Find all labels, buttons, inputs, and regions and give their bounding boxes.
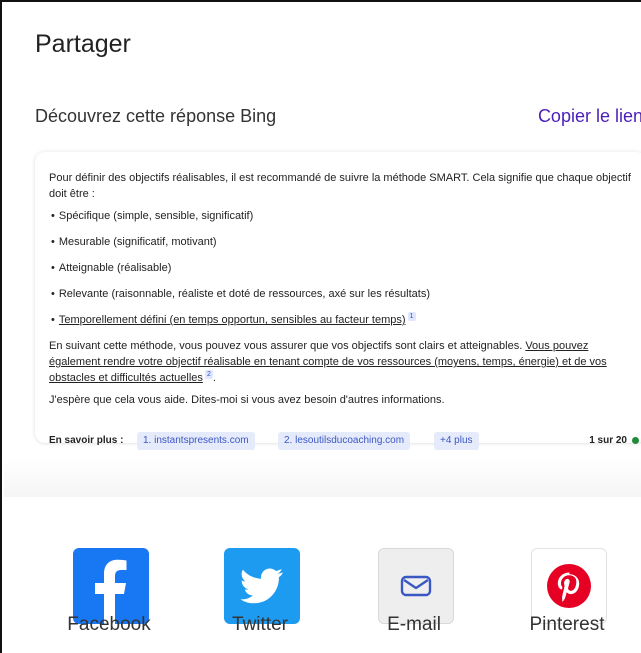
list-item: • Temporellement défini (en temps opportu…	[51, 312, 639, 328]
sources-row: En savoir plus : 1. instantspresents.com…	[49, 432, 639, 452]
dialog-title: Partager	[35, 30, 131, 58]
pinterest-icon	[531, 548, 607, 624]
cited-text[interactable]: Temporellement défini (en temps opportun…	[59, 314, 406, 326]
citation-marker[interactable]: 2	[204, 370, 213, 380]
source-link[interactable]: 1. instantspresents.com	[137, 432, 255, 450]
share-facebook-button[interactable]: Facebook	[54, 548, 164, 653]
mail-icon	[378, 548, 454, 624]
share-label: E-mail	[387, 614, 441, 635]
share-email-button[interactable]: E-mail	[359, 548, 469, 653]
status-dot	[632, 437, 639, 444]
share-label: Twitter	[232, 614, 288, 635]
share-label: Facebook	[67, 614, 151, 635]
list-item: • Atteignable (réalisable)	[51, 262, 172, 274]
sources-label: En savoir plus :	[49, 435, 124, 446]
response-counter: 1 sur 20	[589, 435, 639, 446]
share-dialog: Partager Découvrez cette réponse Bing Co…	[0, 0, 641, 653]
source-link[interactable]: 2. lesoutilsducoaching.com	[278, 432, 411, 450]
citation-marker[interactable]: 1	[407, 312, 416, 322]
share-label: Pinterest	[529, 614, 605, 635]
subtitle-row: Découvrez cette réponse Bing Copier le l…	[35, 106, 641, 132]
answer-intro: Pour définir des objectifs réalisables, …	[49, 172, 631, 200]
share-pinterest-button[interactable]: Pinterest	[512, 548, 622, 653]
list-item: • Mesurable (significatif, motivant)	[51, 236, 217, 248]
list-item: • Relevante (raisonnable, réaliste et dot…	[51, 288, 430, 300]
section-divider	[4, 457, 641, 497]
twitter-icon	[224, 548, 300, 624]
list-item: • Spécifique (simple, sensible, significa…	[51, 210, 254, 222]
answer-paragraph: En suivant cette méthode, vous pouvez vo…	[49, 340, 607, 384]
copy-link-button[interactable]: Copier le lien	[538, 106, 641, 127]
share-twitter-button[interactable]: Twitter	[205, 548, 315, 653]
answer-closing: J'espère que cela vous aide. Dites-moi s…	[49, 394, 445, 406]
more-sources-button[interactable]: +4 plus	[434, 432, 479, 450]
answer-text: Pour définir des objectifs réalisables, …	[49, 170, 639, 414]
answer-preview-card: Pour définir des objectifs réalisables, …	[35, 152, 641, 450]
dialog-subtitle: Découvrez cette réponse Bing	[35, 106, 277, 126]
smart-list: • Spécifique (simple, sensible, significa…	[51, 208, 639, 328]
facebook-icon	[73, 548, 149, 624]
